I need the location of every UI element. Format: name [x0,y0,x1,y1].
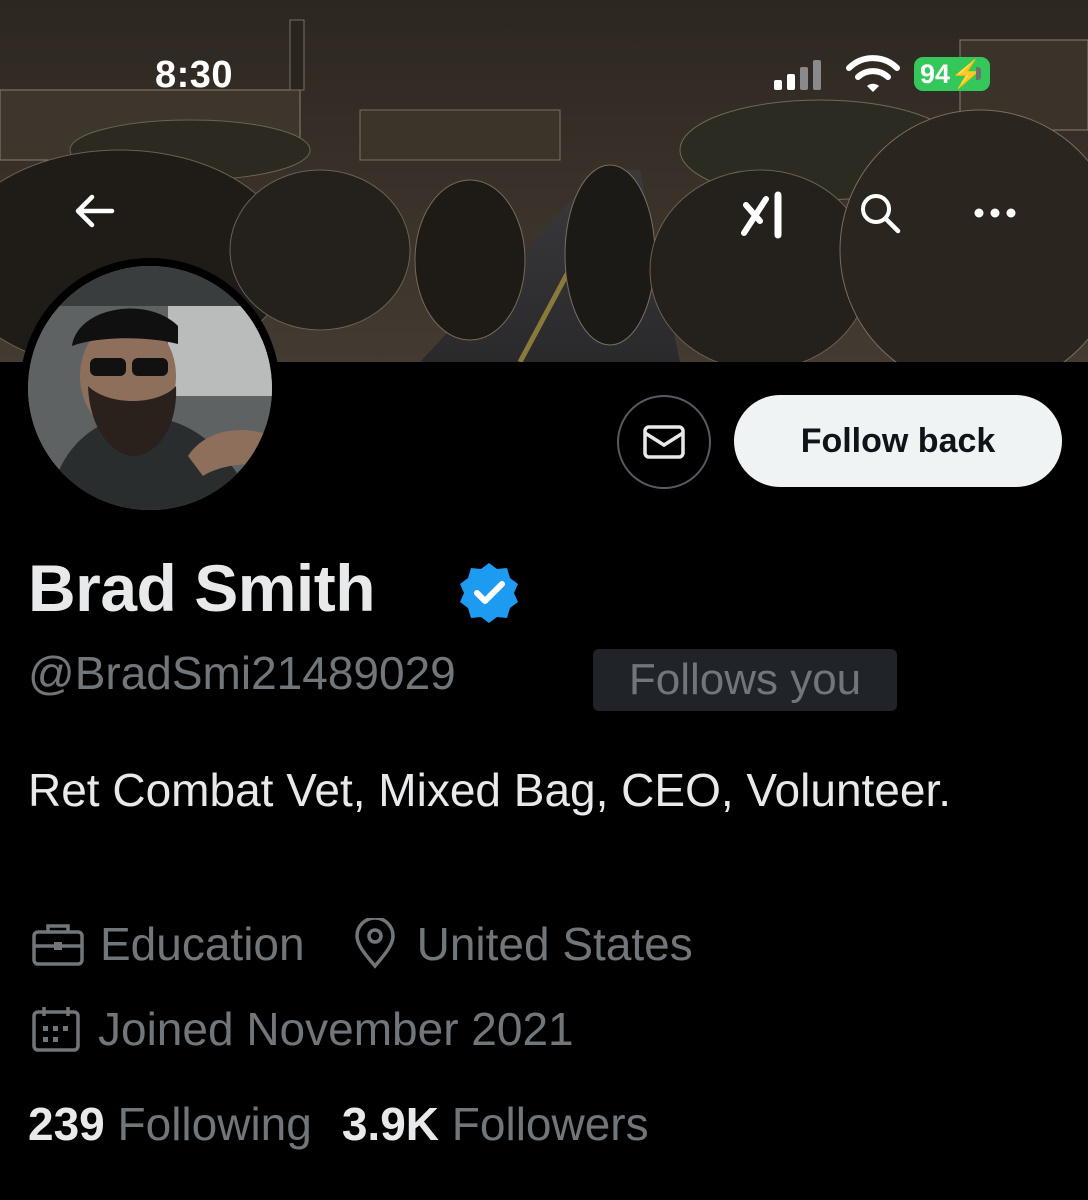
verified-badge-icon[interactable] [456,560,522,626]
more-options-button[interactable] [967,185,1023,241]
follow-back-button[interactable]: Follow back [734,395,1062,487]
message-button[interactable] [617,395,711,489]
profile-name: Brad Smith [28,551,376,625]
profession-text: Education [100,918,305,970]
profile-avatar[interactable] [20,258,280,518]
avatar-photo [28,266,272,510]
wifi-icon [846,55,900,92]
back-button[interactable] [66,183,122,239]
more-dots-icon [974,208,1016,218]
envelope-icon [643,425,685,459]
battery-nub [976,67,981,80]
followers-label: Followers [451,1098,649,1150]
followers-count: 3.9K [341,1098,440,1150]
grok-button[interactable] [735,187,793,243]
back-arrow-icon [75,194,115,228]
battery-level: 94 [920,59,951,89]
briefcase-icon [32,924,84,966]
location-pin-icon [354,918,395,969]
status-time: 8:30 [155,54,234,96]
location-text: United States [416,918,693,970]
following-link[interactable]: 239 Following [28,1097,312,1151]
calendar-icon [32,1007,80,1052]
following-label: Following [117,1098,312,1150]
following-count: 239 [28,1098,105,1150]
joined-row: Joined November 2021 [28,1002,574,1056]
search-icon [861,194,901,234]
cellular-signal-icon [774,60,821,90]
joined-date: Joined November 2021 [98,1003,574,1055]
grok-icon [741,191,782,239]
profile-handle: @BradSmi21489029 [28,647,456,699]
follow-stats: 239 Following 3.9K Followers [28,1097,649,1151]
profile-bio: Ret Combat Vet, Mixed Bag, CEO, Voluntee… [28,764,952,816]
followers-link[interactable]: 3.9K Followers [342,1097,649,1151]
search-button[interactable] [852,185,908,241]
profile-meta-row: Education United States [28,917,693,971]
follows-you-badge: Follows you [593,649,897,711]
